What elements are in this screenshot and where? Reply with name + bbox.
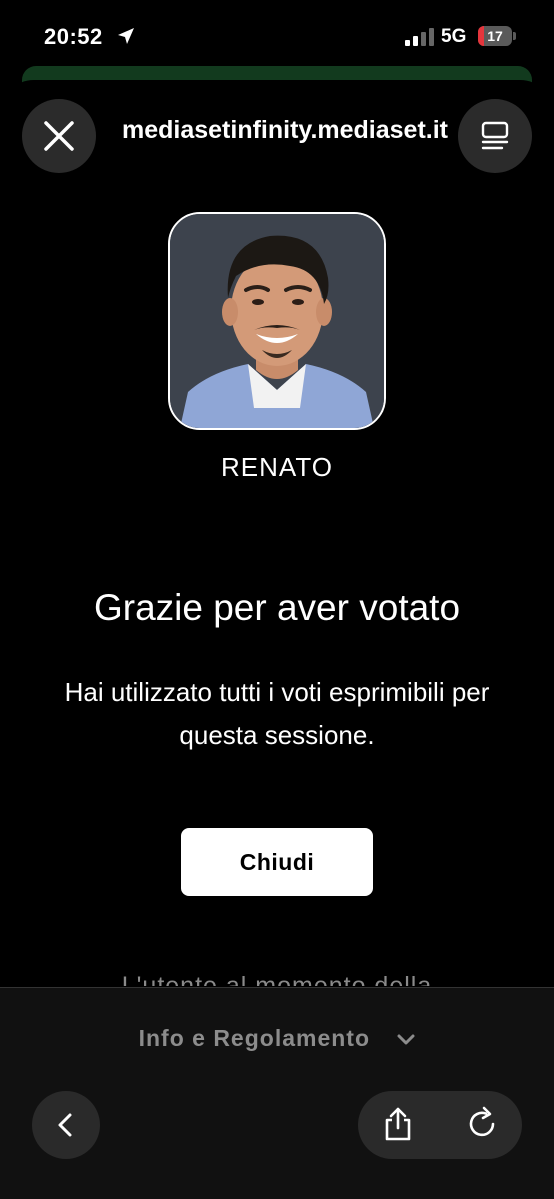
- info-link-label: Info e Regolamento: [138, 1025, 370, 1051]
- status-time: 20:52: [44, 24, 103, 49]
- battery-icon: 17: [478, 26, 516, 46]
- share-icon[interactable]: [380, 1106, 416, 1142]
- status-bar: 20:52 5G 17: [0, 0, 554, 70]
- back-button[interactable]: [32, 1091, 100, 1159]
- tabs-button[interactable]: [458, 99, 532, 173]
- candidate-name: RENATO: [221, 452, 333, 482]
- info-regolamento-link[interactable]: Info e Regolamento: [0, 1025, 554, 1052]
- cellular-signal-icon: [405, 28, 434, 46]
- network-type: 5G: [441, 26, 467, 47]
- truncated-disclaimer: L'utente al momento della: [121, 972, 433, 986]
- close-dialog-button[interactable]: Chiudi: [181, 828, 373, 896]
- battery-level: 17: [487, 28, 503, 44]
- chevron-down-icon: [397, 1034, 415, 1045]
- candidate-photo: [168, 212, 386, 430]
- close-icon: [44, 121, 74, 151]
- url-bar[interactable]: mediasetinfinity.mediaset.it: [108, 116, 448, 145]
- thanks-heading: Grazie per aver votato: [93, 587, 461, 628]
- close-button[interactable]: [22, 99, 96, 173]
- tabs-overview-icon: [481, 121, 509, 150]
- location-arrow-icon: [118, 28, 134, 44]
- votes-exhausted-message: Hai utilizzato tutti i voti esprimibili …: [64, 677, 490, 750]
- chevron-left-icon: [58, 1113, 72, 1137]
- reload-icon[interactable]: [464, 1106, 500, 1142]
